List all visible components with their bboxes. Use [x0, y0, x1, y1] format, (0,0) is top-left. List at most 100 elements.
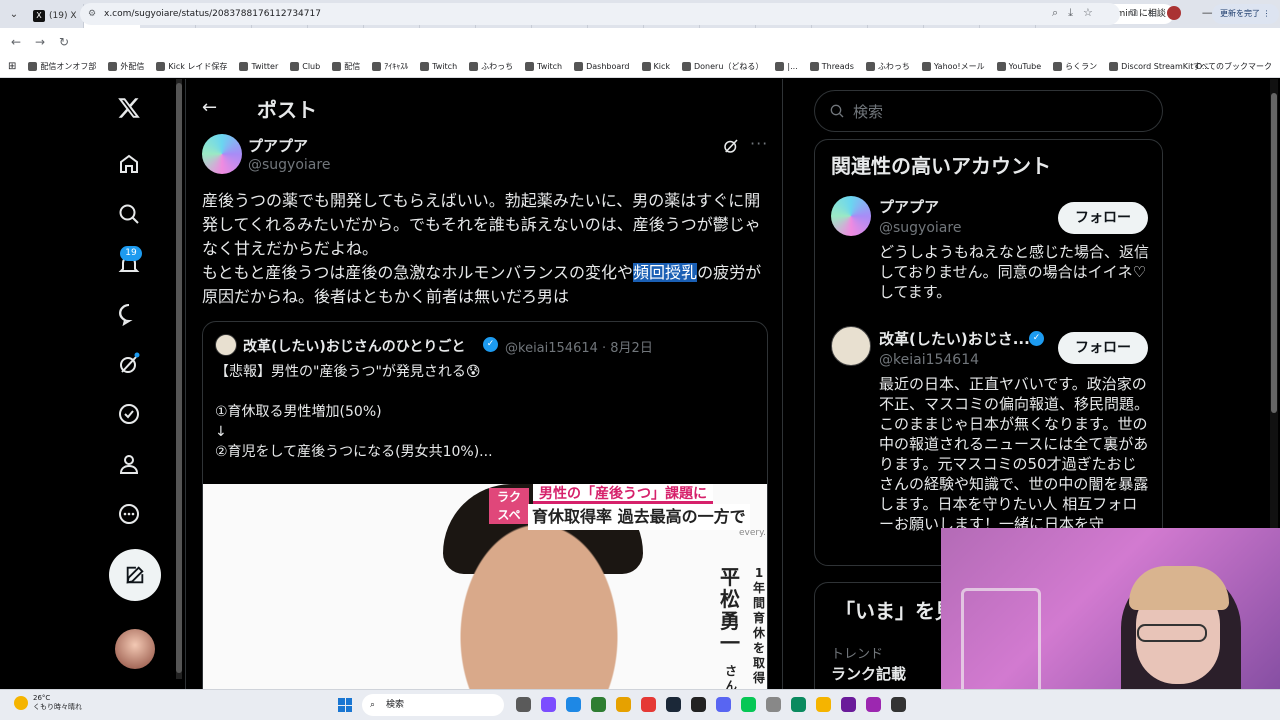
verified-badge-icon: ✓ [1029, 331, 1044, 346]
bookmark-item[interactable]: Yahoo!メール [921, 61, 985, 72]
bookmark-item[interactable]: 配信 [332, 61, 360, 72]
reload-icon[interactable]: ↻ [52, 35, 76, 49]
taskbar-app-icon[interactable] [616, 697, 631, 712]
taskbar-app-icon[interactable] [791, 697, 806, 712]
back-arrow-icon[interactable]: ← [202, 97, 217, 118]
tab-favicon-icon: X [33, 10, 45, 22]
profile-icon[interactable] [116, 451, 142, 477]
bookmark-item[interactable]: Kick [641, 62, 670, 71]
taskbar-apps [516, 697, 906, 712]
taskbar-app-icon[interactable] [591, 697, 606, 712]
quote-author-name[interactable]: 改革(したい)おじさんのひとりごと [243, 336, 465, 356]
taskbar-app-icon[interactable] [516, 697, 531, 712]
messages-icon[interactable] [116, 301, 142, 327]
post-detail-column: ← ポスト プアプア @sugyoiare ··· 産後うつの薬でも開発してもら… [185, 79, 783, 689]
follow-button-1[interactable]: フォロー [1058, 202, 1148, 234]
left-navigation: 19 [100, 79, 170, 689]
bookmark-favicon-icon [290, 62, 300, 71]
url-field[interactable]: ⚙ x.com/sugyoiare/status/208378817611273… [80, 3, 1120, 25]
taskbar-app-icon[interactable] [841, 697, 856, 712]
start-menu-icon[interactable] [338, 698, 352, 712]
bookmark-item[interactable]: Dashboard [574, 62, 630, 71]
bookmark-item[interactable]: ｱｲｷｬｽﾙ [372, 61, 408, 72]
taskbar-app-icon[interactable] [541, 697, 556, 712]
bookmark-item[interactable]: ふわっち [865, 61, 910, 72]
bookmark-label: ふわっち [481, 62, 514, 71]
taskbar-app-icon[interactable] [691, 697, 706, 712]
post-text-selected: 頻回授乳 [633, 263, 698, 282]
account-avatar-1[interactable] [831, 196, 871, 236]
bookmarks-bar: ⊞ 配信オンオフ部 外配信 Kick レイド保存 Twitter Club 配信 ｱｲｷｬｽ… [0, 56, 1280, 78]
bookmark-item[interactable]: 配信オンオフ部 [28, 61, 96, 72]
toolbar-right: ⧉ ≡ [1130, 6, 1182, 20]
quoted-post[interactable]: 改革(したい)おじさんのひとりごと ✓ @keiai154614 · 8月2日 … [202, 321, 768, 689]
bookmark-favicon-icon [682, 62, 691, 71]
site-info-icon[interactable]: ⚙ [88, 3, 96, 25]
extensions-icon[interactable]: ⧉ [1130, 6, 1138, 20]
taskbar-app-icon[interactable] [666, 697, 681, 712]
quote-author-avatar[interactable] [215, 334, 237, 356]
forward-icon[interactable]: → [28, 35, 52, 49]
quote-handle-date: @keiai154614 · 8月2日 [505, 341, 653, 356]
home-icon[interactable] [116, 151, 142, 177]
verified-orgs-icon[interactable] [116, 401, 142, 427]
taskbar-app-icon[interactable] [741, 697, 756, 712]
update-button[interactable]: 更新を完了 ⋮ [1212, 4, 1279, 24]
bookmark-item[interactable]: YouTube [996, 62, 1041, 71]
bookmark-item[interactable]: Twitch [525, 62, 562, 71]
profile-avatar[interactable] [1167, 6, 1182, 20]
quote-image[interactable]: ラク スペ 男性の「産後うつ」課題に 育休取得率 過去最高の一方で every.… [203, 484, 767, 689]
bookmark-item[interactable]: Threads [809, 62, 854, 71]
reading-list-icon[interactable]: ≡ [1148, 7, 1157, 20]
trend-name[interactable]: ランク記載 [831, 663, 906, 684]
grok-icon[interactable] [116, 351, 142, 377]
explore-search-icon[interactable] [116, 201, 142, 227]
post-more-icon[interactable]: ··· [750, 134, 768, 153]
account-name-2[interactable]: 改革(したい)おじさ... [879, 328, 1030, 349]
taskbar-app-icon[interactable] [716, 697, 731, 712]
author-name[interactable]: プアプア [248, 135, 308, 156]
install-icon[interactable]: ⤓ [1068, 6, 1073, 20]
bookmark-item[interactable]: Twitter [239, 62, 278, 71]
bookmark-item[interactable]: Doneru（どねる） [682, 61, 763, 72]
taskbar-app-icon[interactable] [891, 697, 906, 712]
grok-explain-icon[interactable] [722, 137, 740, 159]
left-scrollbar[interactable] [176, 79, 182, 679]
bookmark-item[interactable]: Twitch [420, 62, 457, 71]
bookmark-star-icon[interactable]: ☆ [1083, 6, 1093, 20]
browser-tab[interactable]: X (19) X [28, 4, 84, 28]
taskbar-app-icon[interactable] [641, 697, 656, 712]
search-input[interactable]: 検索 [814, 90, 1163, 132]
taskbar-app-icon[interactable] [866, 697, 881, 712]
tab-search-icon[interactable]: ⌄ [0, 0, 28, 28]
bookmark-item[interactable]: Club [290, 62, 320, 71]
account-name-1[interactable]: プアプア [879, 196, 939, 217]
taskbar-app-icon[interactable] [766, 697, 781, 712]
zoom-icon[interactable]: ⌕ [1052, 6, 1058, 20]
account-avatar-2[interactable] [831, 326, 871, 366]
bookmark-item[interactable]: Kick レイド保存 [156, 61, 227, 72]
bookmark-item[interactable]: らくラン [1053, 61, 1097, 72]
weather-widget[interactable]: 26°C くもり時々晴れ [14, 694, 82, 712]
bookmark-item[interactable]: |... [775, 62, 798, 71]
search-placeholder: 検索 [853, 102, 884, 121]
follow-button-2[interactable]: フォロー [1058, 332, 1148, 364]
bookmark-item[interactable]: ふわっち [469, 61, 513, 72]
more-menu-icon[interactable] [116, 501, 142, 527]
taskbar-app-icon[interactable] [816, 697, 831, 712]
author-avatar[interactable] [202, 134, 242, 174]
bookmark-item[interactable]: 外配信 [108, 61, 144, 72]
all-bookmarks-button[interactable]: すべてのブックマーク [1193, 61, 1272, 72]
webcam-person-hair [1129, 566, 1229, 610]
back-icon[interactable]: ← [4, 35, 28, 49]
account-bio-2: 最近の日本、正直ヤバいです。政治家の不正、マスコミの偏向報道、移民問題。 このま… [879, 375, 1150, 533]
author-handle[interactable]: @sugyoiare [248, 157, 330, 173]
x-logo-icon[interactable] [116, 95, 142, 121]
compose-post-button[interactable] [109, 549, 161, 601]
bookmark-label: |... [787, 62, 798, 71]
account-avatar[interactable] [115, 629, 155, 669]
taskbar-app-icon[interactable] [566, 697, 581, 712]
bookmark-favicon-icon [469, 62, 479, 71]
taskbar-search[interactable]: ⌕ 検索 [362, 694, 504, 716]
apps-icon[interactable]: ⊞ [8, 61, 16, 72]
